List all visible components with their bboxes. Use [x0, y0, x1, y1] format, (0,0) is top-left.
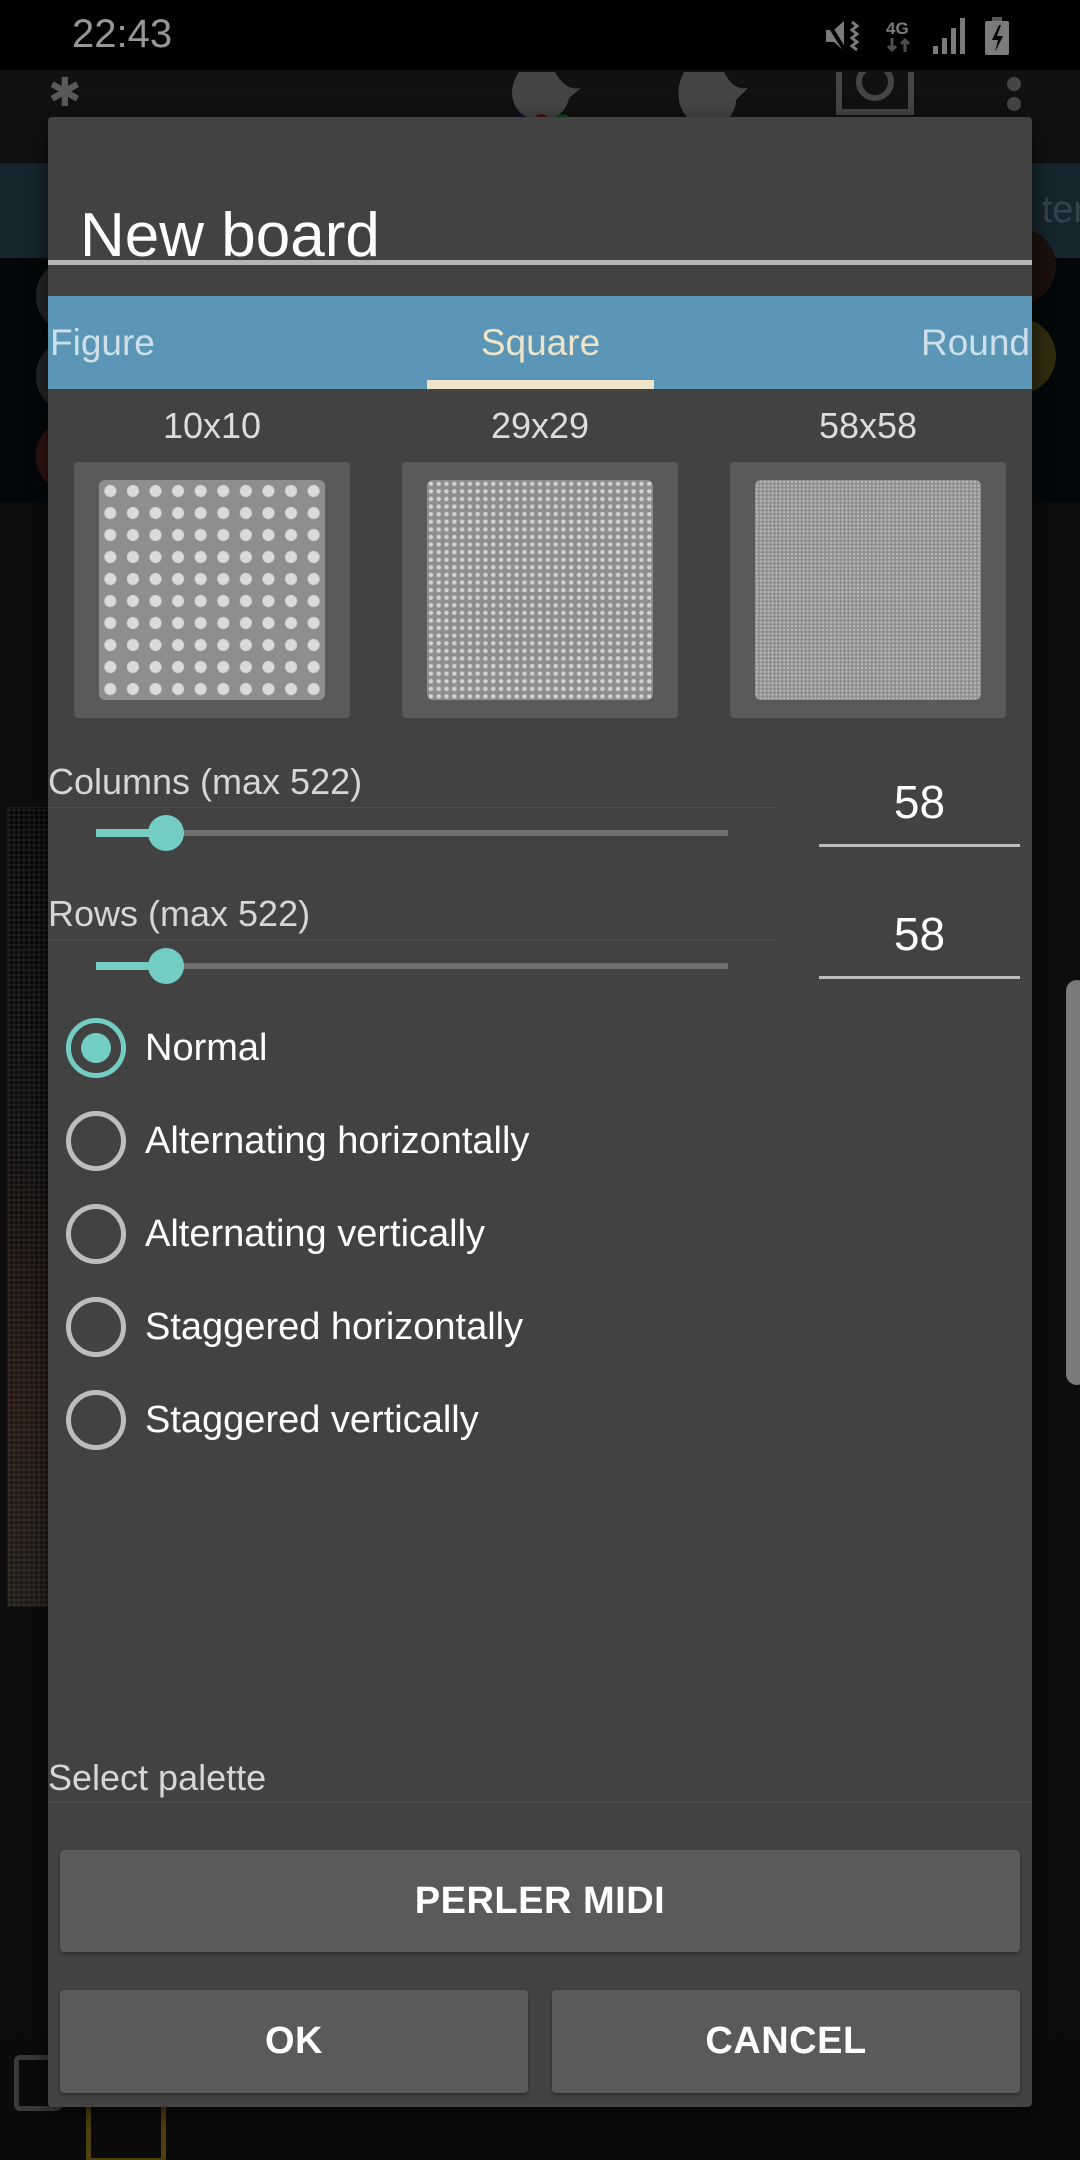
radio-label: Staggered horizontally: [145, 1305, 524, 1348]
tab-square[interactable]: Square: [427, 296, 654, 389]
radio-label: Staggered vertically: [145, 1398, 479, 1441]
slider-thumb[interactable]: [147, 948, 184, 984]
board-thumbnail: [755, 480, 981, 700]
preset-button-10x10[interactable]: [74, 462, 350, 718]
radio-button-icon[interactable]: [66, 1204, 126, 1264]
input-underline: [819, 976, 1020, 979]
board-thumbnail: [427, 480, 653, 700]
radio-button-icon[interactable]: [66, 1111, 126, 1171]
radio-normal[interactable]: Normal: [48, 1008, 748, 1088]
columns-label: Columns (max 522): [48, 761, 363, 802]
rows-label: Rows (max 522): [48, 893, 311, 934]
palette-divider: [48, 1802, 1032, 1803]
columns-slider[interactable]: [96, 813, 728, 853]
columns-divider: [48, 807, 778, 808]
columns-value[interactable]: 58: [819, 767, 1020, 837]
radio-staggered-horizontally[interactable]: Staggered horizontally: [48, 1287, 748, 1367]
preset-button-58x58[interactable]: [730, 462, 1006, 718]
radio-button-icon[interactable]: [66, 1297, 126, 1357]
ok-button[interactable]: OK: [60, 1990, 528, 2093]
title-divider: [48, 260, 1032, 265]
tab-round[interactable]: Round: [921, 296, 1030, 389]
radio-label: Alternating horizontally: [145, 1119, 530, 1162]
slider-track: [96, 830, 728, 836]
radio-label: Alternating vertically: [145, 1212, 486, 1255]
rows-value[interactable]: 58: [819, 899, 1020, 969]
palette-select-button[interactable]: PERLER MIDI: [60, 1850, 1020, 1952]
rows-input[interactable]: 58: [819, 899, 1020, 979]
tab-figure[interactable]: Figure: [50, 296, 155, 389]
rows-divider: [48, 939, 778, 940]
dialog-title: New board: [80, 201, 380, 270]
slider-thumb[interactable]: [147, 815, 184, 851]
input-underline: [819, 844, 1020, 847]
new-board-dialog: New board Figure Square Round 10x10 29x2…: [48, 117, 1032, 2107]
preset-label: 58x58: [818, 405, 918, 446]
preset-label: 10x10: [162, 405, 262, 446]
radio-button-icon[interactable]: [66, 1390, 126, 1450]
slider-track: [96, 963, 728, 969]
shape-tab-bar: Figure Square Round: [48, 296, 1032, 389]
radio-alternating-vertically[interactable]: Alternating vertically: [48, 1194, 748, 1274]
board-thumbnail: [99, 480, 325, 700]
rows-slider[interactable]: [96, 946, 728, 986]
preset-label: 29x29: [490, 405, 590, 446]
select-palette-label: Select palette: [48, 1757, 267, 1798]
radio-label: Normal: [145, 1026, 268, 1069]
preset-button-29x29[interactable]: [402, 462, 678, 718]
tab-selected-indicator: [427, 380, 654, 389]
radio-staggered-vertically[interactable]: Staggered vertically: [48, 1380, 748, 1460]
radio-alternating-horizontally[interactable]: Alternating horizontally: [48, 1101, 748, 1181]
columns-input[interactable]: 58: [819, 767, 1020, 847]
cancel-button[interactable]: CANCEL: [552, 1990, 1020, 2093]
radio-button-icon[interactable]: [66, 1018, 126, 1078]
